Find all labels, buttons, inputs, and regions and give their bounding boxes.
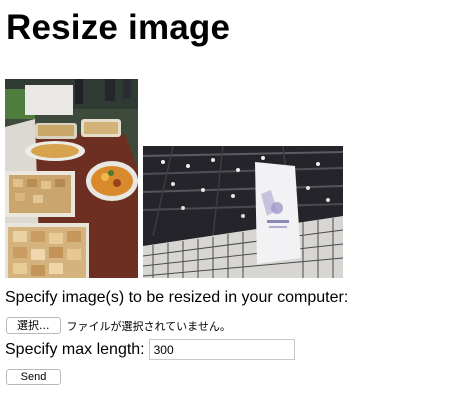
choose-file-button[interactable]: 選択... xyxy=(6,317,61,334)
file-picker: 選択... ファイルが選択されていません。 xyxy=(6,317,231,334)
page-title: Resize image xyxy=(6,8,231,47)
file-status-text: ファイルが選択されていません。 xyxy=(66,319,231,333)
max-length-input[interactable] xyxy=(148,339,295,360)
files-label: Specify image(s) to be resized in your c… xyxy=(5,289,349,306)
hall-image xyxy=(143,146,343,278)
max-length-row: Specify max length: xyxy=(5,339,295,360)
page: Resize image Specify image(s) to be resi… xyxy=(0,0,462,411)
max-length-label: Specify max length: xyxy=(5,340,145,358)
send-button[interactable]: Send xyxy=(6,369,61,385)
buffet-image xyxy=(5,79,138,278)
